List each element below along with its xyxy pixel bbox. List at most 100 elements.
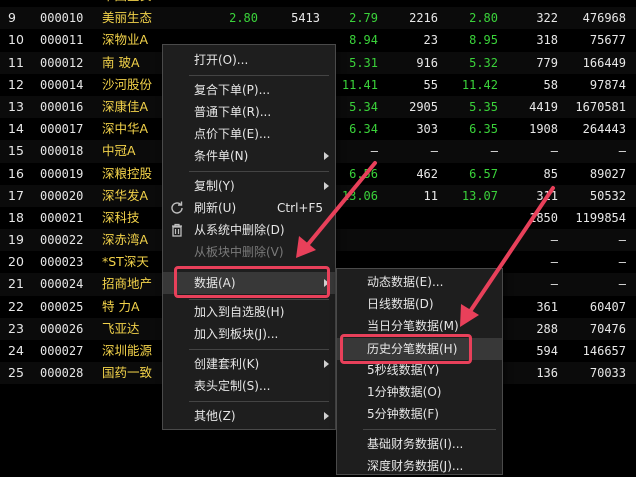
cell-last: 5.34 xyxy=(349,99,378,114)
cell-cur: — xyxy=(430,144,438,159)
cell-cur: 303 xyxy=(416,122,438,137)
menu-item-click-order[interactable]: 点价下单(E)... xyxy=(163,123,335,145)
table-row[interactable]: 8 000009中国宝安 9.29 5190 9.29 279 9.30 130179724 xyxy=(0,0,636,7)
cell-b1: 779 xyxy=(536,55,558,70)
submenu-arrow-icon xyxy=(324,360,329,368)
cell-cur: 23 xyxy=(423,33,438,48)
trash-icon xyxy=(172,223,182,237)
cell-b1: 311 xyxy=(536,188,558,203)
cell-code: 000010 xyxy=(40,11,84,26)
cell-code: 000020 xyxy=(40,188,84,203)
cell-cur: 916 xyxy=(416,55,438,70)
cell-vol: 5413 xyxy=(291,11,320,26)
cell-b1: 594 xyxy=(536,344,558,358)
submenu-arrow-icon xyxy=(324,182,329,190)
cell-idx: 25 xyxy=(8,365,24,381)
cell-b2: 264443 xyxy=(582,122,626,137)
cell-idx: 11 xyxy=(8,54,24,70)
submenu-item-five-min[interactable]: 5分钟数据(F) xyxy=(337,403,502,425)
cell-idx: 18 xyxy=(8,209,24,225)
cell-code: 000011 xyxy=(40,33,84,48)
submenu-item-daily-data[interactable]: 日线数据(D) xyxy=(337,293,502,315)
cell-idx: 24 xyxy=(8,343,24,358)
cell-last: 9.29 xyxy=(334,0,378,7)
refresh-icon xyxy=(171,201,183,214)
cell-b2: 179724 xyxy=(560,0,626,7)
cell-code: 000016 xyxy=(40,99,84,114)
cell-b1: 136 xyxy=(536,366,558,381)
cell-price: 9.29 xyxy=(180,0,258,7)
cell-cur: 279 xyxy=(382,0,438,7)
cell-name: 美丽生态 xyxy=(102,10,153,26)
cell-cur: 11 xyxy=(423,188,438,203)
cell-buy: 5.35 xyxy=(469,99,498,114)
menu-item-delete-from-system[interactable]: 从系统中删除(D) xyxy=(163,219,335,241)
cell-name: 沙河股份 xyxy=(102,76,153,92)
data-submenu: 动态数据(E)... 日线数据(D) 当日分笔数据(M) 历史分笔数据(H) 5… xyxy=(336,268,503,475)
menu-item-compound-order[interactable]: 复合下单(P)... xyxy=(163,79,335,101)
cell-name: 国药一致 xyxy=(102,365,153,381)
cell-code: 000028 xyxy=(40,366,84,381)
context-menu: 打开(O)... 复合下单(P)... 普通下单(R)... 点价下单(E)..… xyxy=(162,44,336,430)
cell-last: 5.31 xyxy=(349,55,378,70)
cell-name: 深赤湾A xyxy=(102,232,149,248)
cell-code: 000022 xyxy=(40,233,84,248)
cell-idx: 9 xyxy=(8,10,16,26)
menu-item-refresh[interactable]: 刷新(U) Ctrl+F5 xyxy=(163,197,335,219)
cell-b1: — xyxy=(550,233,558,248)
menu-item-other[interactable]: 其他(Z) xyxy=(163,405,335,427)
menu-item-create-arbitrage[interactable]: 创建套利(K) xyxy=(163,353,335,375)
cell-b1: 361 xyxy=(536,299,558,314)
cell-idx: 12 xyxy=(8,76,24,92)
cell-name: 南 玻A xyxy=(102,54,140,70)
cell-buy: 6.57 xyxy=(469,166,498,181)
cell-code: 000023 xyxy=(40,255,84,270)
submenu-item-basic-finance[interactable]: 基础财务数据(I)... xyxy=(337,433,502,455)
cell-b1: — xyxy=(550,255,558,270)
menu-item-open[interactable]: 打开(O)... xyxy=(163,49,335,71)
cell-idx: 21 xyxy=(8,276,24,292)
cell-code: 000018 xyxy=(40,144,84,159)
submenu-item-deep-finance[interactable]: 深度财务数据(J)... xyxy=(337,455,502,477)
cell-name: 中国宝安 xyxy=(102,0,162,7)
menu-item-add-to-block[interactable]: 加入到板块(J)... xyxy=(163,323,335,345)
cell-cur: 462 xyxy=(416,166,438,181)
cell-name: 飞亚达 xyxy=(102,320,140,336)
menu-item-header-custom[interactable]: 表头定制(S)... xyxy=(163,375,335,397)
cell-idx: 22 xyxy=(8,298,24,314)
cell-name: *ST深天 xyxy=(102,254,149,270)
cell-idx: 10 xyxy=(8,32,24,48)
cell-code: 000025 xyxy=(40,299,84,314)
menu-item-delete-from-block: 从板块中删除(V) xyxy=(194,245,284,259)
cell-buy: 2.80 xyxy=(469,11,498,26)
cell-b2: 146657 xyxy=(582,344,626,358)
cell-last: 6.34 xyxy=(349,122,378,137)
cell-b2: 1199854 xyxy=(575,210,626,225)
menu-item-conditional-order[interactable]: 条件单(N) xyxy=(163,145,335,167)
cell-code: 000017 xyxy=(40,122,84,137)
table-row[interactable]: 9 000010 美丽生态 2.80 5413 2.79 2216 2.80 322 476968 xyxy=(0,7,636,30)
cell-last: — xyxy=(370,144,378,159)
cell-b2: — xyxy=(618,233,626,248)
menu-item-normal-order[interactable]: 普通下单(R)... xyxy=(163,101,335,123)
cell-code: 000024 xyxy=(40,277,84,292)
cell-idx: 16 xyxy=(8,165,24,181)
cell-name: 深华发A xyxy=(102,187,149,203)
cell-b1: — xyxy=(550,144,558,159)
menu-item-add-to-watchlist[interactable]: 加入到自选股(H) xyxy=(163,301,335,323)
cell-b2: 97874 xyxy=(589,77,626,92)
cell-last: 2.79 xyxy=(349,11,378,26)
submenu-item-one-min[interactable]: 1分钟数据(O) xyxy=(337,381,502,403)
cell-b1: 318 xyxy=(536,33,558,48)
cell-buy: 5.32 xyxy=(469,55,498,70)
cell-b1: 322 xyxy=(536,11,558,26)
cell-b1: 1908 xyxy=(529,122,558,137)
cell-name: 招商地产 xyxy=(102,276,153,292)
cell-code: 000012 xyxy=(40,55,84,70)
submenu-item-dynamic-data[interactable]: 动态数据(E)... xyxy=(337,271,502,293)
cell-idx: 8 xyxy=(8,0,34,7)
cell-name: 深粮控股 xyxy=(102,165,153,181)
menu-item-copy[interactable]: 复制(Y) xyxy=(163,175,335,197)
cell-b2: 50532 xyxy=(589,188,626,203)
cell-buy: — xyxy=(490,144,498,159)
